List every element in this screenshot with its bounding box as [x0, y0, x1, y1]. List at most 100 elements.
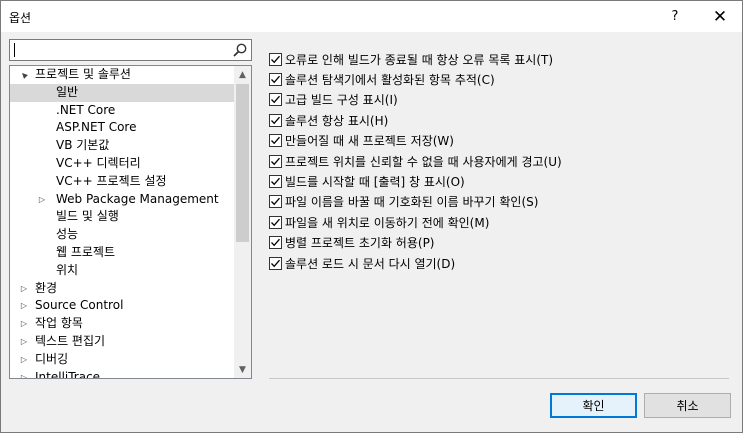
checkbox[interactable]	[269, 236, 282, 250]
checkmark-icon	[271, 218, 280, 227]
tree-item[interactable]: 웹 프로젝트	[10, 244, 234, 262]
expand-arrow-icon[interactable]: ▷	[18, 297, 30, 315]
category-tree[interactable]: ▲ 프로젝트 및 솔루션 일반 .NET Core ASP.NET Core VB 기본값…	[9, 65, 252, 379]
option-label: 오류로 인해 빌드가 종료될 때 항상 오류 목록 표시(T)	[285, 52, 554, 67]
tree-item[interactable]: 성능	[10, 226, 234, 244]
option-label: 만들어질 때 새 프로젝트 저장(W)	[285, 134, 454, 149]
tree-item-label: 빌드 및 실행	[56, 209, 119, 224]
checkbox[interactable]	[269, 134, 282, 148]
tree-item-label: Web Package Management	[56, 191, 219, 206]
option-row[interactable]: 병렬 프로젝트 초기화 허용(P)	[269, 233, 729, 253]
expand-arrow-icon[interactable]: ▷	[18, 280, 30, 298]
tree-item[interactable]: ▲ 프로젝트 및 솔루션	[10, 66, 234, 84]
option-row[interactable]: 솔루션 항상 표시(H)	[269, 110, 729, 130]
tree-item-label: .NET Core	[56, 102, 116, 117]
footer-divider	[269, 378, 729, 379]
scroll-thumb[interactable]	[236, 84, 249, 242]
option-row[interactable]: 파일 이름을 바꿀 때 기호화된 이름 바꾸기 확인(S)	[269, 192, 729, 212]
tree-item[interactable]: 일반	[10, 83, 234, 102]
checkbox[interactable]	[269, 52, 282, 66]
checkbox[interactable]	[269, 73, 282, 87]
tree-item-label: 디버깅	[35, 351, 69, 366]
checkbox[interactable]	[269, 113, 282, 127]
checkmark-icon	[271, 177, 280, 186]
text-caret	[14, 43, 15, 57]
option-label: 빌드를 시작할 때 [출력] 창 표시(O)	[285, 175, 465, 190]
tree-item[interactable]: ASP.NET Core	[10, 119, 234, 137]
checkbox[interactable]	[269, 154, 282, 168]
option-label: 병렬 프로젝트 초기화 허용(P)	[285, 236, 435, 251]
option-row[interactable]: 파일을 새 위치로 이동하기 전에 확인(M)	[269, 212, 729, 232]
close-button[interactable]: ✕	[698, 1, 742, 32]
expand-arrow-icon[interactable]: ▷	[36, 191, 48, 209]
option-label: 솔루션 항상 표시(H)	[285, 113, 389, 128]
tree-item[interactable]: 빌드 및 실행	[10, 208, 234, 226]
tree-item[interactable]: 위치	[10, 262, 234, 280]
expand-arrow-icon[interactable]: ▷	[18, 315, 30, 333]
tree-item-label: IntelliTrace	[35, 369, 101, 379]
tree-item[interactable]: VC++ 프로젝트 설정	[10, 173, 234, 191]
expand-arrow-icon[interactable]: ▷	[18, 351, 30, 369]
tree-item[interactable]: .NET Core	[10, 102, 234, 120]
option-row[interactable]: 만들어질 때 새 프로젝트 저장(W)	[269, 131, 729, 151]
scroll-up-icon[interactable]: ▲	[234, 66, 251, 83]
tree-item-label: 성능	[56, 227, 79, 242]
search-box[interactable]	[9, 39, 252, 61]
tree-item-label: VC++ 프로젝트 설정	[56, 173, 167, 188]
tree-item[interactable]: ▷ 디버깅	[10, 351, 234, 369]
option-row[interactable]: 솔루션 탐색기에서 활성화된 항목 추적(C)	[269, 69, 729, 89]
option-label: 파일을 새 위치로 이동하기 전에 확인(M)	[285, 215, 490, 230]
tree-item[interactable]: VB 기본값	[10, 137, 234, 155]
search-input[interactable]	[13, 42, 223, 58]
expand-arrow-icon[interactable]: ▷	[18, 333, 30, 351]
collapse-arrow-icon[interactable]: ▲	[15, 66, 34, 84]
tree-item-label: 프로젝트 및 솔루션	[35, 67, 131, 81]
checkmark-icon	[271, 157, 280, 165]
checkmark-icon	[271, 55, 280, 63]
expand-arrow-icon[interactable]: ▷	[18, 369, 30, 378]
dialog-title: 옵션	[9, 11, 32, 25]
tree-item[interactable]: ▷ 작업 항목	[10, 315, 234, 333]
checkmark-icon	[271, 238, 280, 247]
tree-item[interactable]: ▷ 텍스트 편집기	[10, 333, 234, 351]
checkmark-icon	[271, 116, 280, 125]
checkbox[interactable]	[269, 175, 282, 189]
checkmark-icon	[271, 96, 280, 104]
tree-item[interactable]: ▷ Web Package Management	[10, 191, 234, 209]
tree-list: ▲ 프로젝트 및 솔루션 일반 .NET Core ASP.NET Core VB 기본값…	[10, 66, 234, 379]
option-row[interactable]: 오류로 인해 빌드가 종료될 때 항상 오류 목록 표시(T)	[269, 49, 729, 69]
tree-item-label: VC++ 디렉터리	[56, 155, 141, 170]
option-row[interactable]: 프로젝트 위치를 신뢰할 수 없을 때 사용자에게 경고(U)	[269, 151, 729, 171]
option-label: 파일 이름을 바꿀 때 기호화된 이름 바꾸기 확인(S)	[285, 195, 539, 210]
tree-item[interactable]: ▷ 환경	[10, 280, 234, 298]
option-row[interactable]: 빌드를 시작할 때 [출력] 창 표시(O)	[269, 171, 729, 191]
tree-item-label: ASP.NET Core	[56, 120, 137, 135]
checkbox[interactable]	[269, 93, 282, 107]
ok-button[interactable]: 확인	[550, 393, 637, 418]
tree-item-label: 위치	[56, 262, 79, 277]
option-row[interactable]: 고급 빌드 구성 표시(I)	[269, 90, 729, 110]
checkmark-icon	[271, 198, 280, 206]
tree-item[interactable]: ▷ Source Control	[10, 297, 234, 315]
tree-item-label: 텍스트 편집기	[35, 333, 106, 348]
tree-item[interactable]: ▷ IntelliTrace	[10, 369, 234, 379]
checkmark-icon	[271, 75, 280, 84]
tree-item[interactable]: VC++ 디렉터리	[10, 155, 234, 173]
search-icon[interactable]	[232, 42, 248, 58]
option-label: 솔루션 탐색기에서 활성화된 항목 추적(C)	[285, 73, 495, 88]
option-label: 솔루션 로드 시 문서 다시 열기(D)	[285, 256, 456, 271]
checkmark-icon	[271, 137, 280, 145]
checkmark-icon	[271, 259, 280, 267]
options-panel: 오류로 인해 빌드가 종료될 때 항상 오류 목록 표시(T) 솔루션 탐색기에서…	[269, 49, 729, 273]
option-label: 프로젝트 위치를 신뢰할 수 없을 때 사용자에게 경고(U)	[285, 154, 562, 169]
options-dialog: 옵션 ? ✕ ▲ 프로젝트 및 솔루션 일반 .NET Core ASP.NET Cor…	[0, 0, 743, 433]
help-button[interactable]: ?	[653, 1, 697, 32]
tree-scrollbar[interactable]: ▲ ▼	[234, 66, 251, 378]
scroll-down-icon[interactable]: ▼	[234, 361, 251, 378]
option-label: 고급 빌드 구성 표시(I)	[285, 93, 398, 108]
checkbox[interactable]	[269, 256, 282, 270]
checkbox[interactable]	[269, 215, 282, 229]
checkbox[interactable]	[269, 195, 282, 209]
option-row[interactable]: 솔루션 로드 시 문서 다시 열기(D)	[269, 253, 729, 273]
cancel-button[interactable]: 취소	[644, 393, 731, 418]
